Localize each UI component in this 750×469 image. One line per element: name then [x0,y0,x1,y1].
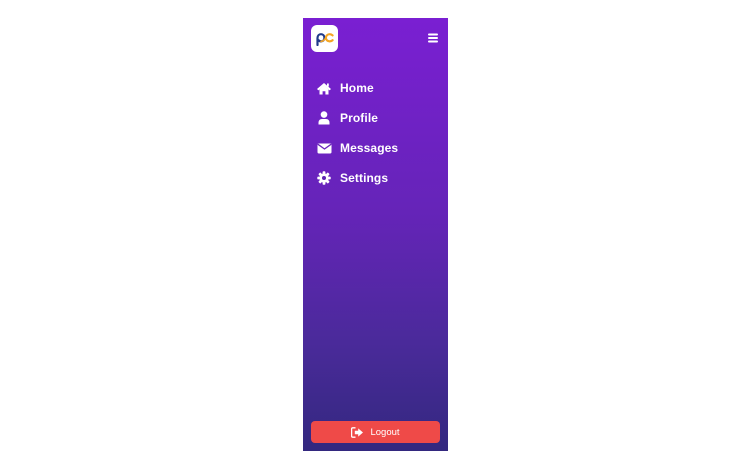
gear-icon [316,171,332,185]
sidebar-item-messages[interactable]: Messages [303,133,448,163]
sidebar: Home Profile Messages Settings Logout [303,18,448,451]
hamburger-icon[interactable] [426,31,440,45]
sidebar-item-label: Settings [340,171,389,185]
sidebar-item-label: Profile [340,111,379,125]
page: Home Profile Messages Settings Logout [0,0,750,469]
logout-button[interactable]: Logout [311,421,440,443]
sidebar-nav: Home Profile Messages Settings [303,73,448,193]
envelope-icon [316,141,332,155]
pc-logo-icon[interactable] [311,25,338,52]
sidebar-item-label: Messages [340,141,399,155]
sidebar-header [311,25,440,52]
sidebar-item-home[interactable]: Home [303,73,448,103]
sidebar-item-settings[interactable]: Settings [303,163,448,193]
sidebar-item-profile[interactable]: Profile [303,103,448,133]
logout-label: Logout [370,426,400,438]
sign-out-icon [351,426,364,438]
user-icon [316,111,332,125]
home-icon [316,81,332,95]
sidebar-item-label: Home [340,81,374,95]
